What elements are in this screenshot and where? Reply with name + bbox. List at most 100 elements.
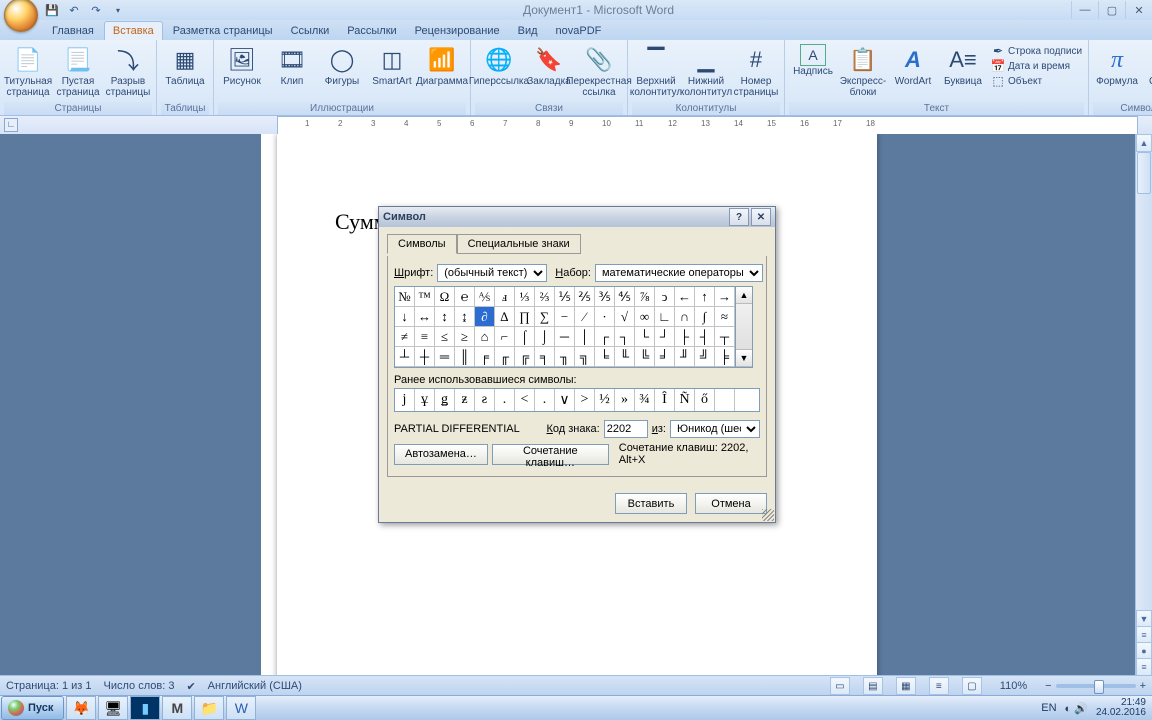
symbol-cell[interactable]: ╕ [535, 347, 555, 367]
wordart-button[interactable]: AWordArt [889, 42, 937, 87]
view-outline[interactable]: ≡ [929, 677, 949, 695]
symbol-cell[interactable]: № [395, 287, 415, 307]
symbol-cell[interactable]: → [715, 287, 735, 307]
tray-icons[interactable]: ◐ 🔊 [1065, 702, 1088, 715]
symbol-cell[interactable]: ← [675, 287, 695, 307]
autocorrect-button[interactable]: Автозамена… [394, 444, 488, 465]
symbol-cell[interactable]: ≠ [395, 327, 415, 347]
shapes-button[interactable]: ◯Фигуры [318, 42, 366, 87]
dialog-help-button[interactable]: ? [729, 208, 749, 226]
symbol-cell[interactable]: └ [635, 327, 655, 347]
tab-home[interactable]: Главная [44, 22, 102, 40]
crossref-button[interactable]: 📎Перекрестная ссылка [575, 42, 623, 98]
save-icon[interactable]: 💾 [44, 2, 60, 18]
symbol-cell[interactable]: ⌐ [495, 327, 515, 347]
tray-clock[interactable]: 21:4924.02.2016 [1096, 698, 1146, 718]
taskbar-maple[interactable]: M [162, 696, 192, 720]
symbol-cell[interactable]: ┬ [715, 327, 735, 347]
symbol-cell[interactable]: ∙ [595, 307, 615, 327]
taskbar-word[interactable]: W [226, 696, 256, 720]
grid-scroll-track[interactable] [736, 304, 752, 350]
recent-symbol-cell[interactable]: ƶ [455, 389, 475, 411]
symbol-cell[interactable]: ∂ [475, 307, 495, 327]
symbol-cell[interactable]: Ω [435, 287, 455, 307]
maximize-button[interactable]: ▢ [1098, 1, 1125, 19]
status-spellcheck-icon[interactable]: ✔ [186, 680, 195, 693]
symbol-cell[interactable]: ⅘ [615, 287, 635, 307]
symbol-cell[interactable]: ⅔ [535, 287, 555, 307]
grid-scroll-up[interactable]: ▲ [736, 287, 752, 304]
subset-select[interactable]: математические операторы [595, 264, 763, 282]
status-page[interactable]: Страница: 1 из 1 [6, 680, 92, 692]
symbol-cell[interactable]: ╛ [655, 347, 675, 367]
zoom-out-button[interactable]: − [1045, 680, 1051, 692]
symbol-cell[interactable]: ┼ [415, 347, 435, 367]
clipart-button[interactable]: 🎞Клип [268, 42, 316, 87]
symbol-cell[interactable]: │ [575, 327, 595, 347]
datetime-button[interactable]: 📅Дата и время [989, 59, 1084, 73]
horizontal-ruler[interactable]: 123456789101112131415161718 [277, 116, 1138, 135]
view-web[interactable]: ▦ [896, 677, 916, 695]
symbol-cell[interactable]: ↓ [395, 307, 415, 327]
scroll-up-button[interactable]: ▲ [1136, 134, 1152, 152]
close-button[interactable]: ✕ [1125, 1, 1152, 19]
recent-symbol-cell[interactable]: » [615, 389, 635, 411]
symbol-cell[interactable]: ⌂ [475, 327, 495, 347]
smartart-button[interactable]: ◫SmartArt [368, 42, 416, 87]
undo-icon[interactable]: ↶ [66, 2, 82, 18]
symbol-cell[interactable]: ╜ [675, 347, 695, 367]
symbol-cell[interactable]: ∑ [535, 307, 555, 327]
tab-references[interactable]: Ссылки [283, 22, 338, 40]
qat-dropdown-icon[interactable]: ▾ [110, 2, 126, 18]
status-language[interactable]: Английский (США) [208, 680, 302, 692]
symbol-cell[interactable]: ∞ [635, 307, 655, 327]
symbol-cell[interactable]: ╚ [635, 347, 655, 367]
symbol-cell[interactable]: √ [615, 307, 635, 327]
symbol-cell[interactable]: ≥ [455, 327, 475, 347]
zoom-value[interactable]: 110% [1000, 680, 1027, 692]
symbol-cell[interactable]: ┐ [615, 327, 635, 347]
minimize-button[interactable]: — [1071, 1, 1098, 19]
dialog-resize-handle[interactable] [762, 509, 774, 521]
dropcap-button[interactable]: A≡Буквица [939, 42, 987, 87]
symbol-cell[interactable]: ⅎ [495, 287, 515, 307]
symbol-cell[interactable]: ╙ [615, 347, 635, 367]
pagenum-button[interactable]: #Номер страницы [732, 42, 780, 98]
table-button[interactable]: ▦Таблица [161, 42, 209, 87]
equation-button[interactable]: πФормула [1093, 42, 1141, 87]
tray-lang[interactable]: EN [1041, 702, 1056, 714]
recent-symbol-cell[interactable] [715, 389, 735, 411]
recent-symbol-cell[interactable]: > [575, 389, 595, 411]
recent-symbol-cell[interactable]: . [535, 389, 555, 411]
symbol-cell[interactable]: ╓ [495, 347, 515, 367]
recent-symbol-cell[interactable]: ƨ [475, 389, 495, 411]
status-words[interactable]: Число слов: 3 [104, 680, 175, 692]
recent-symbol-cell[interactable]: ∨ [555, 389, 575, 411]
start-button[interactable]: Пуск [1, 696, 64, 720]
dialog-titlebar[interactable]: Символ ? ✕ [379, 207, 775, 227]
tab-view[interactable]: Вид [510, 22, 546, 40]
cancel-button[interactable]: Отмена [695, 493, 767, 514]
recent-symbol-cell[interactable]: ¾ [635, 389, 655, 411]
symbol-cell[interactable]: ∟ [655, 307, 675, 327]
header-button[interactable]: ▔Верхний колонтитул [632, 42, 680, 98]
vertical-scrollbar[interactable]: ▲ ▼ ≡ ● ≡ [1135, 134, 1152, 676]
symbol-cell[interactable]: ╗ [575, 347, 595, 367]
symbol-cell[interactable]: ├ [675, 327, 695, 347]
recent-symbol-cell[interactable]: < [515, 389, 535, 411]
symbol-cell[interactable]: ┌ [595, 327, 615, 347]
symbol-cell[interactable]: ↄ [655, 287, 675, 307]
tab-selector[interactable]: ∟ [4, 118, 18, 132]
picture-button[interactable]: 🖼Рисунок [218, 42, 266, 87]
recent-symbol-cell[interactable]: . [495, 389, 515, 411]
symbol-cell[interactable]: ┘ [655, 327, 675, 347]
symbol-cell[interactable]: ↔ [415, 307, 435, 327]
tab-novapdf[interactable]: novaPDF [548, 22, 610, 40]
symbol-cell[interactable]: ∫ [695, 307, 715, 327]
cover-page-button[interactable]: 📄Титульная страница [4, 42, 52, 98]
from-select[interactable]: Юникод (шестн.) [670, 420, 760, 438]
quickparts-button[interactable]: 📋Экспресс-блоки [839, 42, 887, 98]
symbol-cell[interactable]: ∩ [675, 307, 695, 327]
tab-symbols[interactable]: Символы [387, 234, 457, 254]
symbol-cell[interactable]: ╒ [475, 347, 495, 367]
